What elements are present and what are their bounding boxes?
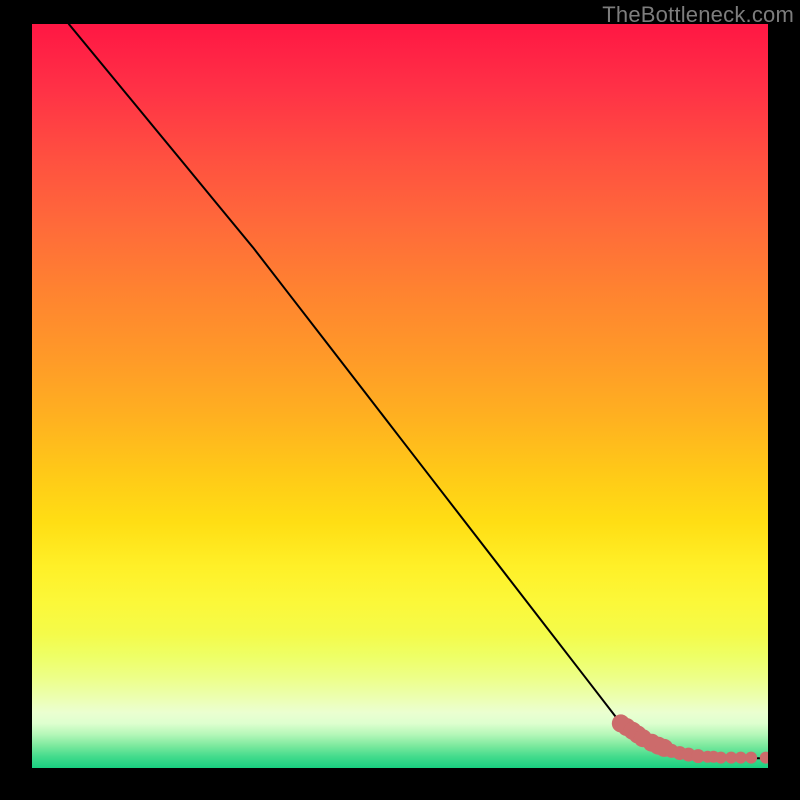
curve-line — [69, 24, 768, 758]
chart-frame: TheBottleneck.com — [0, 0, 800, 800]
plot-area — [32, 24, 768, 768]
data-marker — [760, 752, 768, 764]
data-marker — [715, 752, 727, 764]
data-marker — [735, 752, 747, 764]
chart-svg — [32, 24, 768, 768]
data-marker — [745, 752, 757, 764]
data-markers — [612, 714, 768, 763]
